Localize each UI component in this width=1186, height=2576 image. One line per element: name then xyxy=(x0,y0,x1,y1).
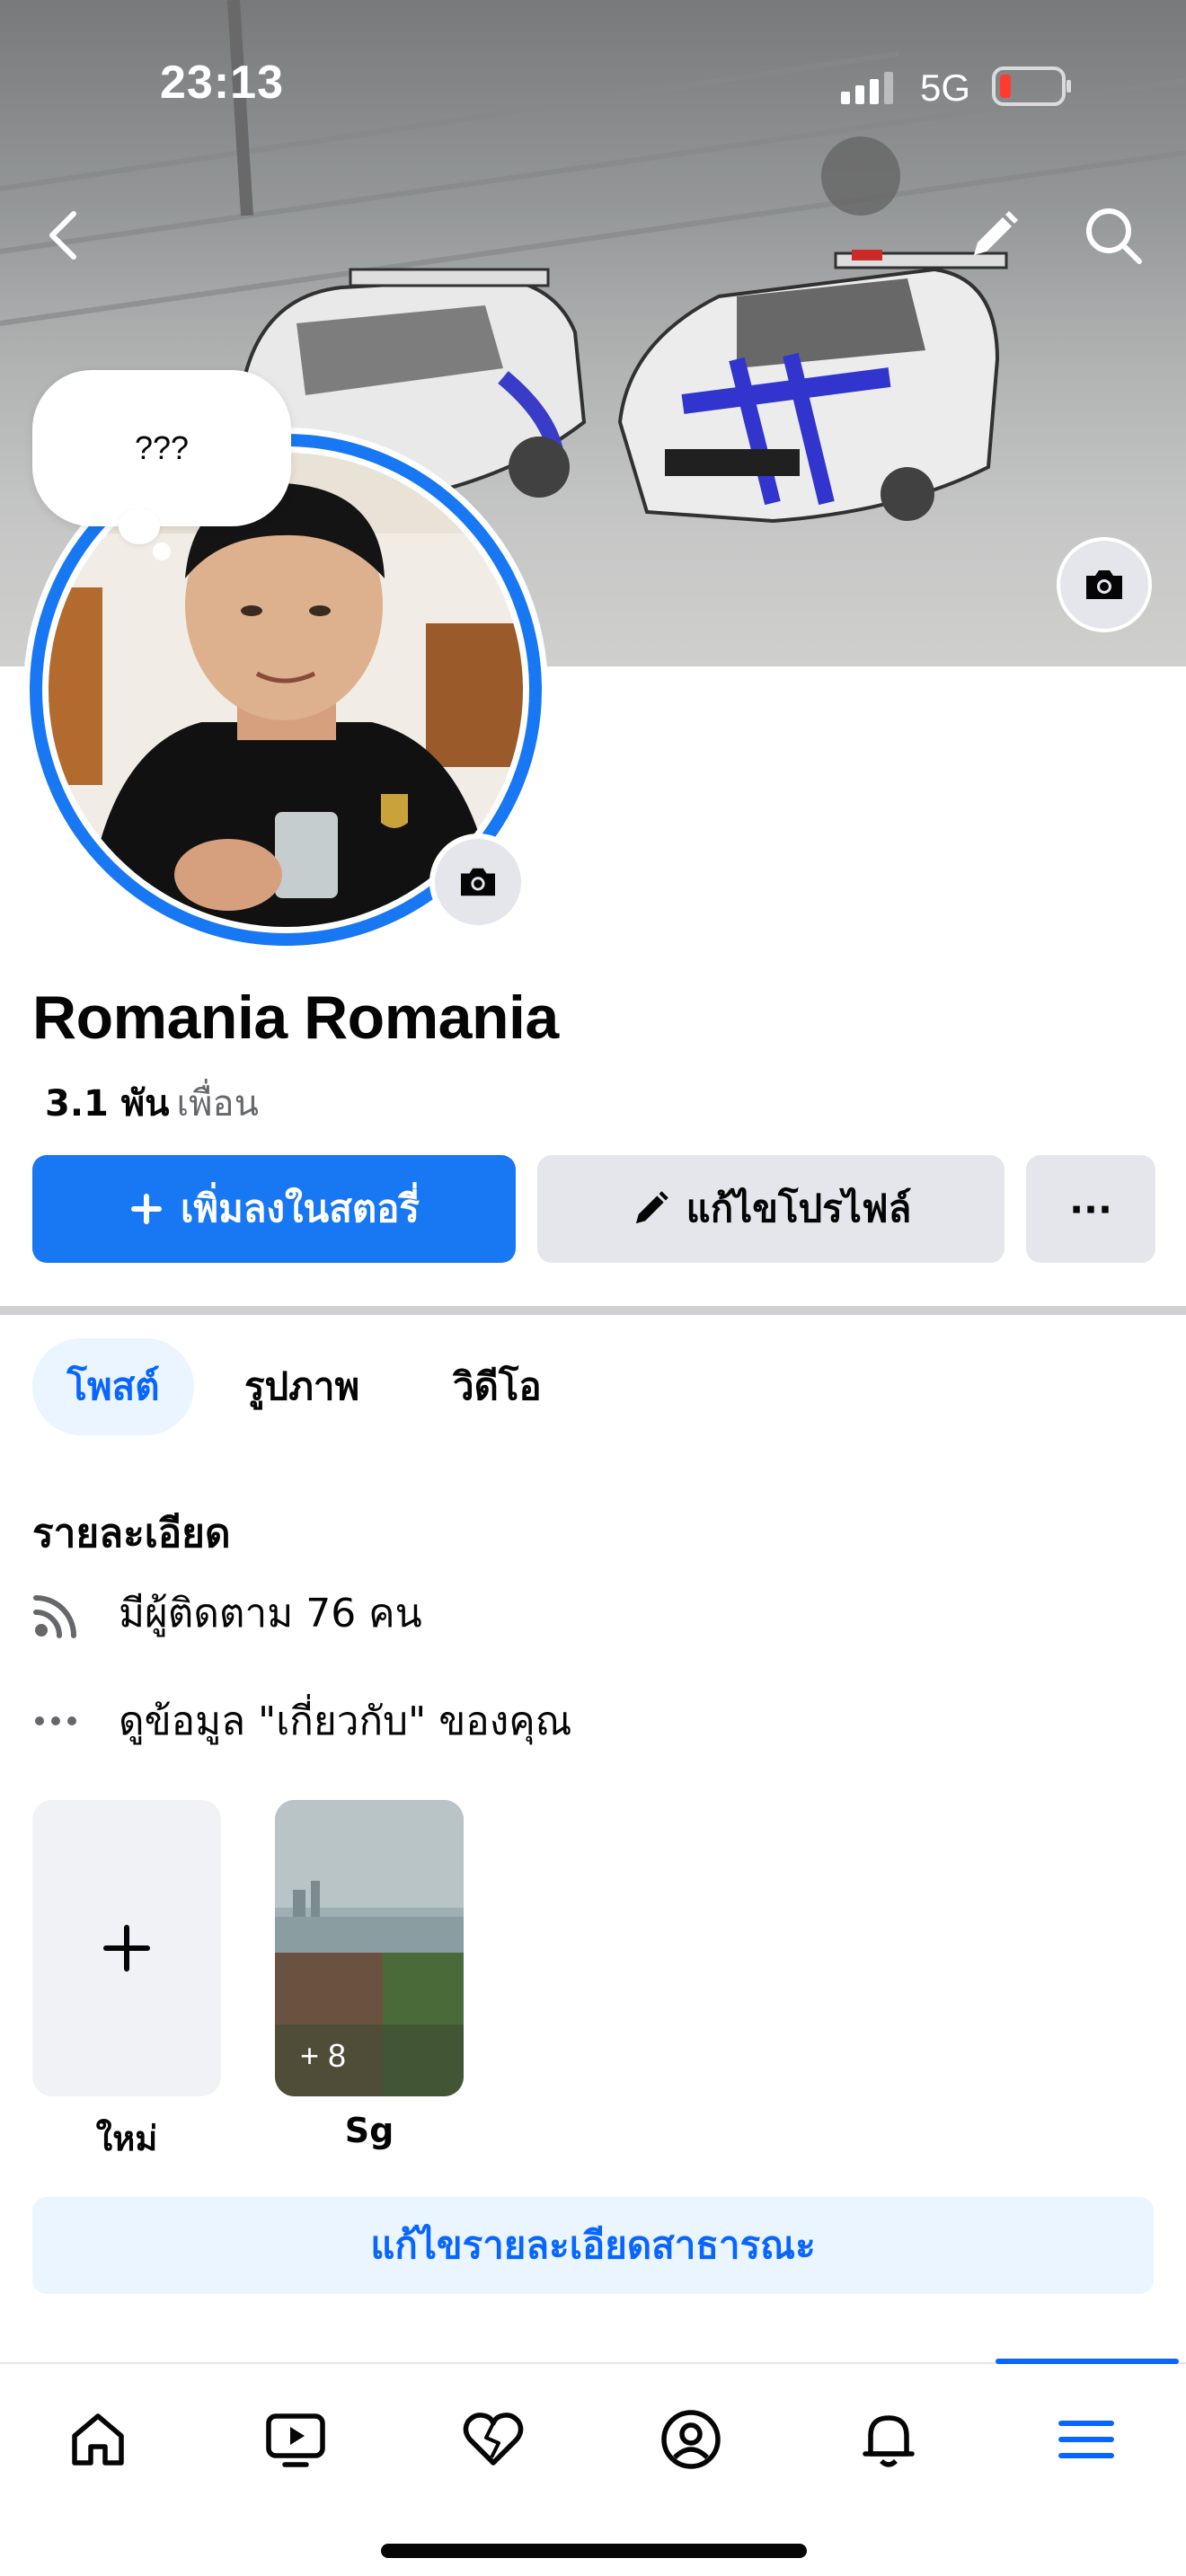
nav-notifications[interactable] xyxy=(839,2395,938,2484)
dating-heart-icon xyxy=(463,2413,524,2466)
pencil-icon xyxy=(974,211,1018,255)
menu-icon xyxy=(1058,2421,1114,2458)
details-heading: รายละเอียด xyxy=(32,1511,231,1557)
change-cover-button[interactable] xyxy=(1057,537,1152,632)
friends-label: เพื่อน xyxy=(176,1083,259,1125)
more-options-icon: ··· xyxy=(1069,1187,1112,1231)
about-row[interactable]: ดูข้อมูล "เกี่ยวกับ" ของคุณ xyxy=(32,1685,571,1757)
rss-followers-icon xyxy=(33,1595,76,1638)
followers-row[interactable]: มีผู้ติดตาม 76 คน xyxy=(32,1577,422,1649)
edit-public-details-button[interactable]: แก้ไขรายละเอียดสาธารณะ xyxy=(32,2197,1154,2294)
active-tab-indicator xyxy=(996,2359,1179,2364)
note-bubble-tail-small xyxy=(153,543,171,560)
nav-dating[interactable] xyxy=(444,2395,543,2484)
nav-home[interactable] xyxy=(49,2395,147,2484)
nav-menu[interactable] xyxy=(1037,2395,1136,2484)
friends-count: 3.1 พัน xyxy=(45,1083,170,1125)
new-highlight-button[interactable] xyxy=(32,1800,221,2096)
notifications-bell-icon xyxy=(863,2415,915,2467)
more-options-button[interactable]: ··· xyxy=(1026,1155,1155,1263)
profile-icon xyxy=(661,2410,721,2469)
plus-icon xyxy=(131,1194,163,1224)
note-text: ??? xyxy=(134,429,190,466)
friends-link[interactable]: 3.1 พัน เพื่อน xyxy=(45,1074,259,1132)
tab-videos[interactable]: วิดีโอ xyxy=(453,1338,542,1435)
status-time: 23:13 xyxy=(160,57,284,109)
tab-posts[interactable]: โพสต์ xyxy=(32,1338,194,1435)
pencil-icon xyxy=(635,1191,668,1224)
chevron-left-icon xyxy=(49,211,76,260)
edit-profile-button[interactable]: แก้ไขโปรไฟล์ xyxy=(537,1155,1005,1263)
new-highlight-label: ใหม่ xyxy=(95,2119,158,2158)
video-icon xyxy=(266,2413,325,2467)
home-icon xyxy=(72,2413,124,2466)
search-button[interactable] xyxy=(1073,199,1154,271)
followers-text: มีผู้ติดตาม 76 คน xyxy=(119,1591,422,1636)
highlight-count: + 8 xyxy=(300,2037,347,2074)
edit-cover-button[interactable] xyxy=(958,199,1030,271)
more-dots-icon xyxy=(35,1716,76,1725)
battery-low-icon xyxy=(992,66,1071,106)
change-profile-picture-button[interactable] xyxy=(429,834,527,931)
camera-icon xyxy=(461,868,495,896)
tab-photos[interactable]: รูปภาพ xyxy=(244,1338,359,1435)
home-indicator xyxy=(381,2544,807,2558)
edit-profile-label: แก้ไขโปรไฟล์ xyxy=(686,1187,912,1231)
plus-icon xyxy=(103,1925,150,1972)
cellular-signal-icon xyxy=(841,72,893,104)
highlight-sg-label: Sg xyxy=(344,2111,394,2150)
highlight-sg[interactable]: + 8 xyxy=(275,1800,464,2096)
profile-note-bubble[interactable]: ??? xyxy=(32,370,291,526)
network-type: 5G xyxy=(920,66,971,109)
back-button[interactable] xyxy=(27,199,99,271)
about-text: ดูข้อมูล "เกี่ยวกับ" ของคุณ xyxy=(119,1698,572,1744)
search-icon xyxy=(1086,208,1142,264)
nav-profile[interactable] xyxy=(642,2395,740,2484)
camera-icon xyxy=(1086,570,1122,599)
status-bar: 23:13 5G xyxy=(0,0,1186,171)
nav-video[interactable] xyxy=(246,2395,345,2484)
add-to-story-label: เพิ่มลงในสตอรี่ xyxy=(181,1187,420,1231)
note-bubble-tail xyxy=(119,508,160,544)
add-to-story-button[interactable]: เพิ่มลงในสตอรี่ xyxy=(32,1155,516,1263)
section-divider xyxy=(0,1306,1186,1315)
profile-name: Romania Romania xyxy=(32,984,559,1052)
